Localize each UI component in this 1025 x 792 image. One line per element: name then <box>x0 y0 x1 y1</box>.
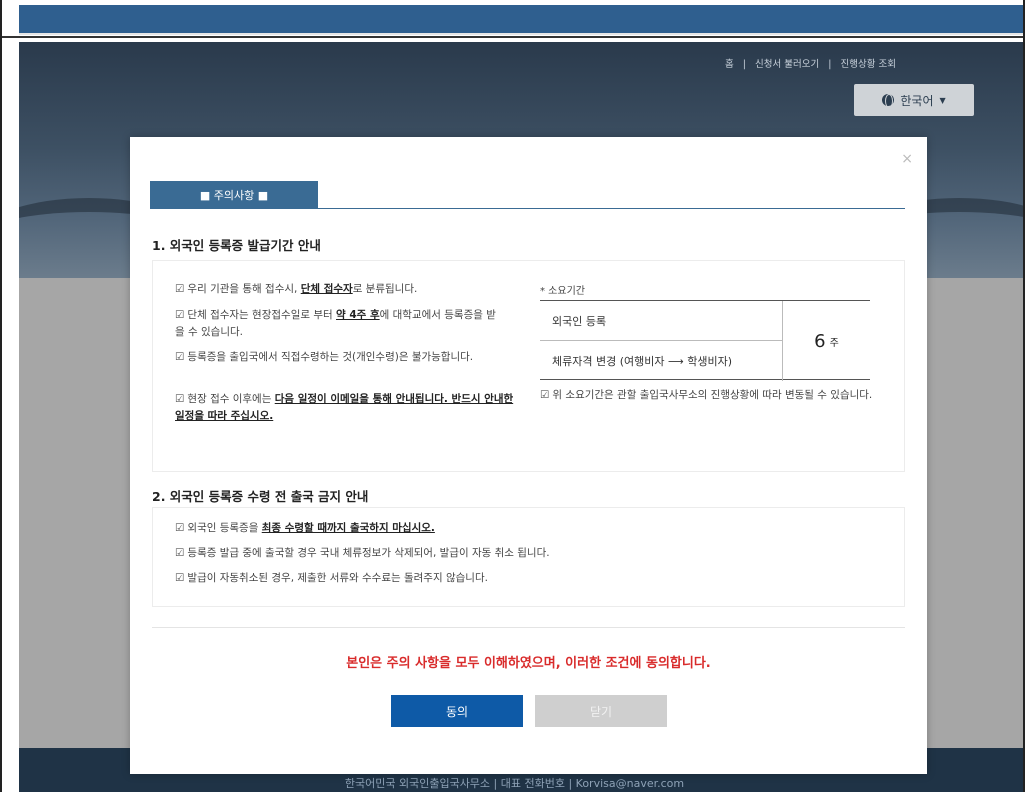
check-icon: ☑ <box>175 522 185 534</box>
close-button[interactable]: 닫기 <box>535 695 667 727</box>
nav-progress-link[interactable]: 진행상황 조회 <box>840 59 895 70</box>
globe-icon <box>882 94 895 108</box>
duration-row-registration: 외국인 등록 <box>540 301 782 341</box>
check-icon: ☑ <box>175 351 185 363</box>
departure-ban-box: ☑ 외국인 등록증을 최종 수령할 때까지 출국하지 마십시오. ☑ 등록증 발급 … <box>152 507 905 607</box>
notice-item: ☑ 등록증 발급 중에 출국할 경우 국내 체류정보가 삭제되어, 발급이 자동 … <box>175 547 550 559</box>
notice-item: ☑ 우리 기관을 통해 접수시, 단체 접수자로 분류됩니다. <box>175 283 418 295</box>
duration-value: 6주 <box>782 301 870 381</box>
duration-row-status-change: 체류자격 변경 (여행비자 ⟶ 학생비자) <box>552 355 733 368</box>
browser-frame: 홈 | 신청서 불러오기 | 진행상황 조회 한국어 ▼ 한국어민국 외국인출입… <box>0 0 1025 792</box>
notice-item: ☑ 발급이 자동취소된 경우, 제출한 서류와 수수료는 돌려주지 않습니다. <box>175 572 488 584</box>
nav-separator: | <box>828 59 832 70</box>
caret-down-icon: ▼ <box>939 95 946 105</box>
check-icon: ☑ <box>540 389 550 401</box>
close-icon[interactable]: × <box>901 151 913 167</box>
section-title-issue-period: 1. 외국인 등록증 발급기간 안내 <box>152 238 321 253</box>
duration-table: 외국인 등록 체류자격 변경 (여행비자 ⟶ 학생비자) 6주 <box>540 300 870 381</box>
check-icon: ☑ <box>175 572 185 584</box>
top-color-bar <box>19 5 1023 35</box>
nav-separator: | <box>742 59 746 70</box>
top-divider <box>2 36 1023 38</box>
tab-notice[interactable]: ■ 주의사항 ■ <box>150 181 318 209</box>
notice-item: ☑ 등록증을 출입국에서 직접수령하는 것(개인수령)은 불가능합니다. <box>175 351 474 363</box>
notice-modal: × ■ 주의사항 ■ 1. 외국인 등록증 발급기간 안내 ☑ 우리 기관을 통해… <box>130 137 927 774</box>
language-label: 한국어 <box>900 93 934 108</box>
notice-item: ☑ 현장 접수 이후에는 다음 일정이 이메일을 통해 안내됩니다. 반드시 안내… <box>175 393 514 422</box>
check-icon: ☑ <box>175 309 185 321</box>
notice-item: ☑ 단체 접수자는 현장접수일로 부터 약 4주 후에 대학교에서 등록증을 받을… <box>175 309 496 338</box>
footer-text: 한국어민국 외국인출입국사무소 | 대표 전화번호 | Korvisa@nave… <box>344 777 685 790</box>
check-icon: ☑ <box>175 547 185 559</box>
duration-note: ☑ 위 소요기간은 관할 출입국사무소의 진행상황에 따라 변동될 수 있습니다. <box>540 389 873 401</box>
utility-nav: 홈 | 신청서 불러오기 | 진행상황 조회 <box>722 56 899 70</box>
section-title-departure-ban: 2. 외국인 등록증 수령 전 출국 금지 안내 <box>152 489 369 504</box>
check-icon: ☑ <box>175 393 185 405</box>
language-select[interactable]: 한국어 ▼ <box>854 84 974 116</box>
divider <box>152 627 905 628</box>
tab-underline <box>150 208 905 209</box>
duration-label: * 소요기간 <box>540 286 585 297</box>
nav-load-application-link[interactable]: 신청서 불러오기 <box>755 59 819 70</box>
agreement-statement: 본인은 주의 사항을 모두 이해하였으며, 이러한 조건에 동의합니다. <box>346 656 711 671</box>
agree-button[interactable]: 동의 <box>391 695 523 727</box>
nav-home-link[interactable]: 홈 <box>725 59 734 70</box>
check-icon: ☑ <box>175 283 185 295</box>
notice-item: ☑ 외국인 등록증을 최종 수령할 때까지 출국하지 마십시오. <box>175 522 435 534</box>
